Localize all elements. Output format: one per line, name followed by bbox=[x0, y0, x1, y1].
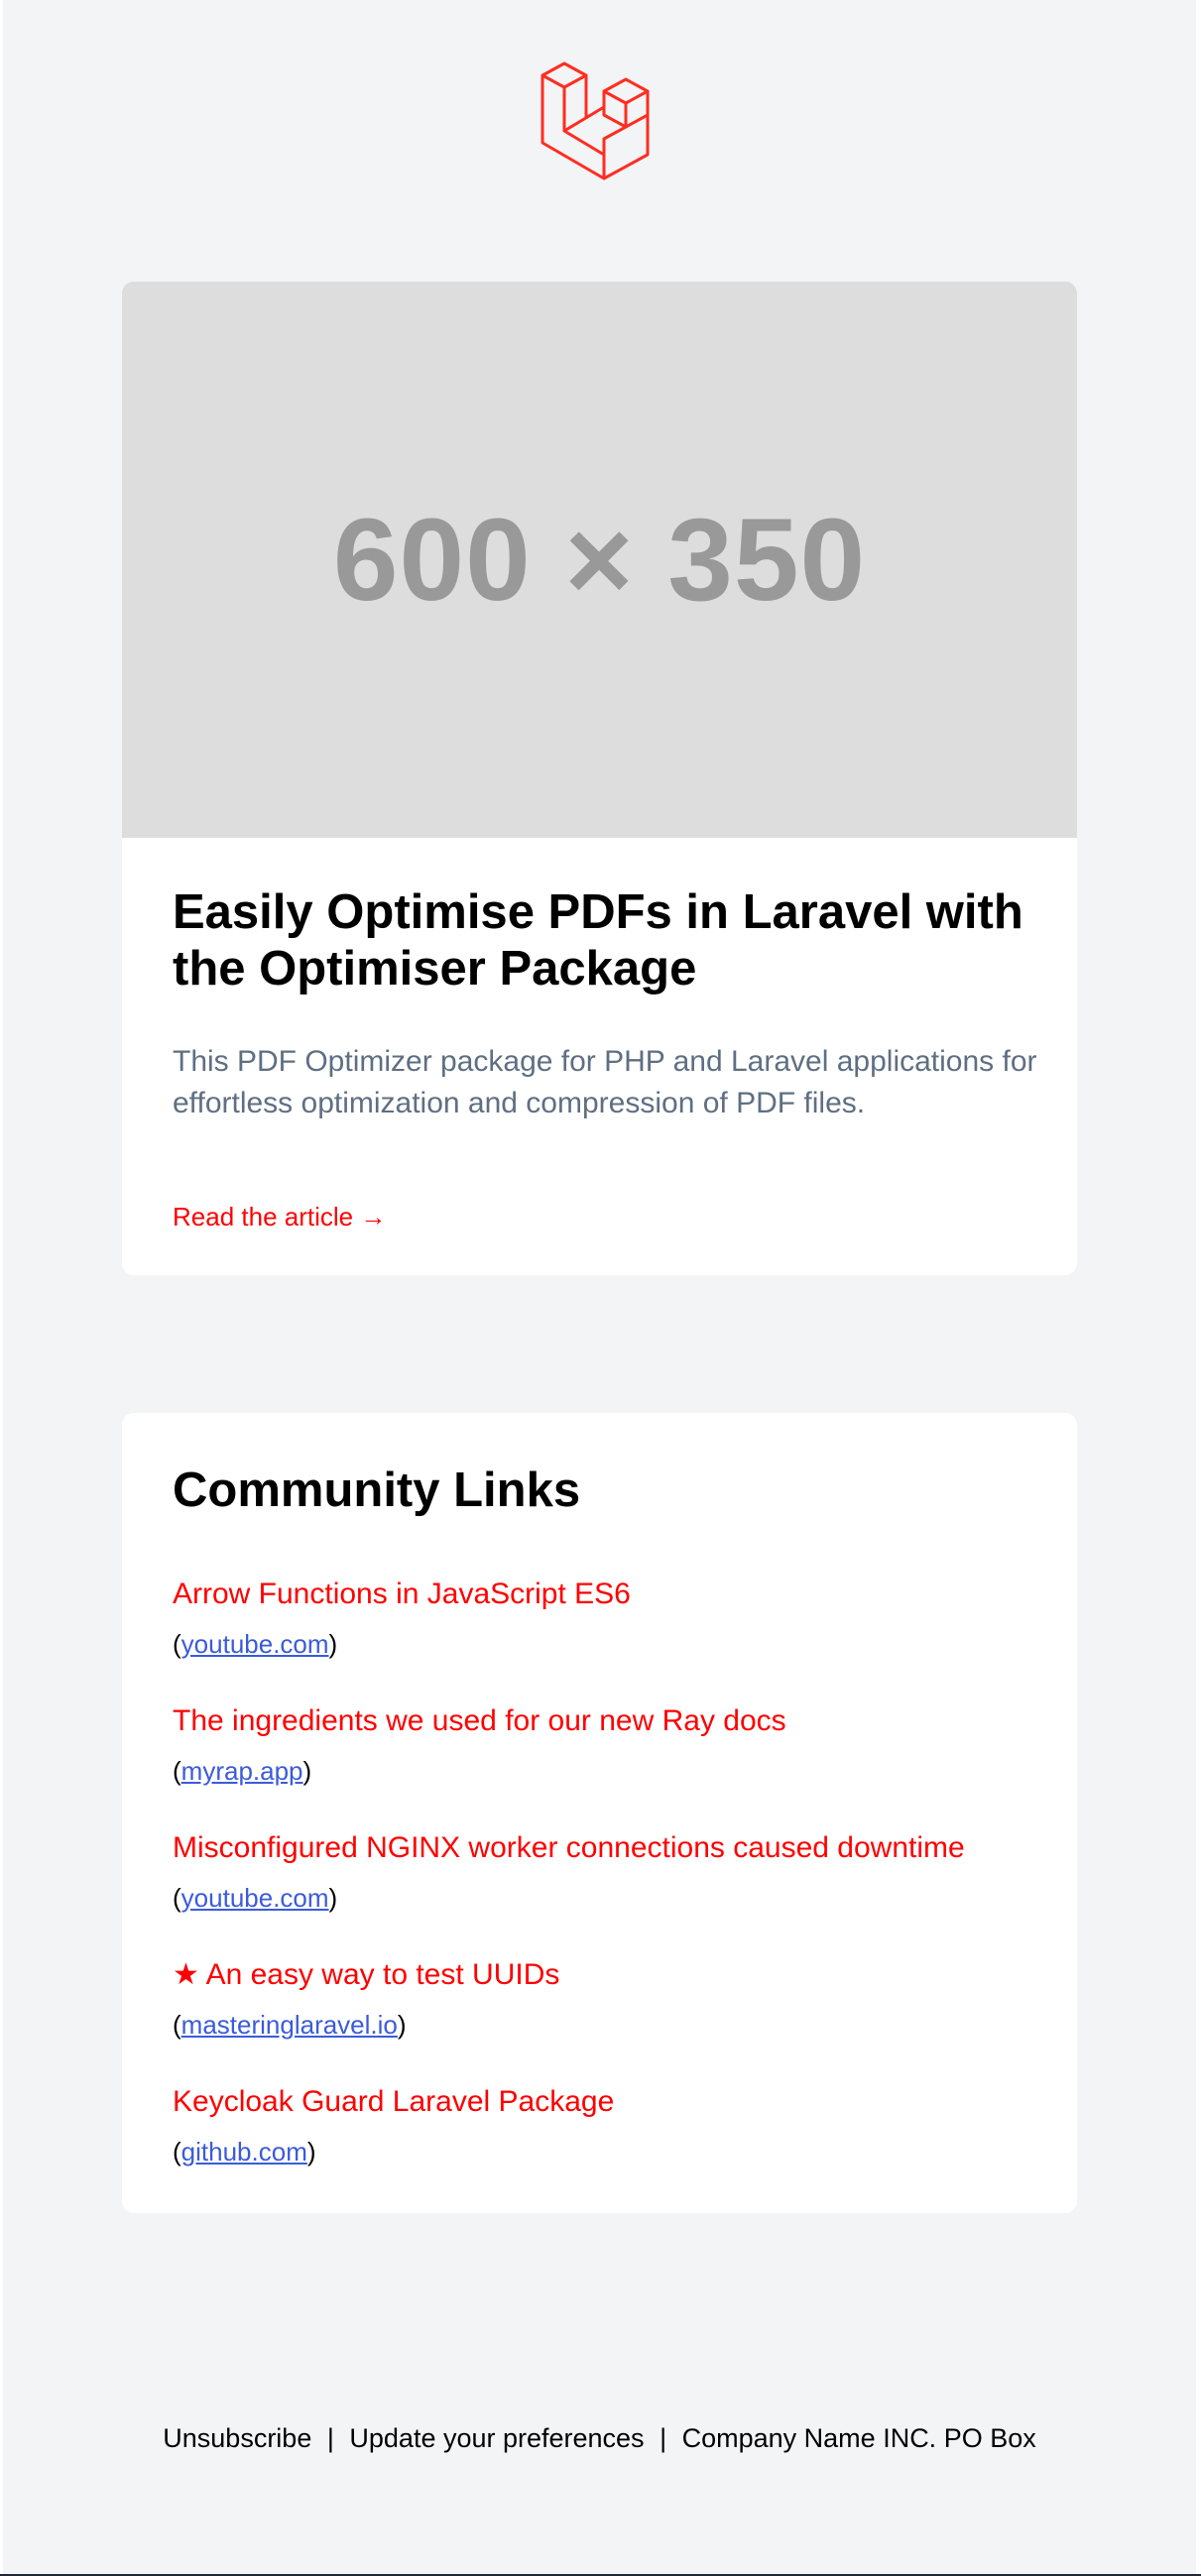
list-item: Keycloak Guard Laravel Package (github.c… bbox=[173, 2082, 1045, 2168]
list-item: Arrow Functions in JavaScript ES6 (youtu… bbox=[173, 1575, 1045, 1661]
community-link-source: (github.com) bbox=[173, 2137, 316, 2166]
source-domain-link[interactable]: myrap.app bbox=[181, 1756, 303, 1786]
image-placeholder-label: 600 × 350 bbox=[332, 494, 867, 626]
community-link-source: (youtube.com) bbox=[173, 1629, 338, 1659]
article-title: Easily Optimise PDFs in Laravel with the… bbox=[173, 885, 1023, 995]
community-link-title[interactable]: Misconfigured NGINX worker connections c… bbox=[173, 1828, 1045, 1868]
update-preferences-link[interactable]: Update your preferences bbox=[349, 2423, 644, 2453]
laravel-logo-icon bbox=[540, 61, 650, 180]
community-link-title[interactable]: Arrow Functions in JavaScript ES6 bbox=[173, 1575, 1045, 1614]
read-article-link[interactable]: Read the article → bbox=[173, 1202, 386, 1232]
unsubscribe-link[interactable]: Unsubscribe bbox=[163, 2423, 311, 2453]
community-link-title[interactable]: The ingredients we used for our new Ray … bbox=[173, 1701, 1045, 1741]
list-item: Misconfigured NGINX worker connections c… bbox=[173, 1828, 1045, 1915]
community-links-title: Community Links bbox=[173, 1464, 581, 1517]
community-link-source: (myrap.app) bbox=[173, 1756, 312, 1786]
source-domain-link[interactable]: masteringlaravel.io bbox=[181, 2010, 398, 2040]
footer-separator: | bbox=[660, 2423, 667, 2453]
source-domain-link[interactable]: youtube.com bbox=[181, 1883, 329, 1913]
community-link-title[interactable]: ★ An easy way to test UUIDs bbox=[173, 1955, 1045, 1995]
footer-separator: | bbox=[326, 2423, 334, 2453]
article-description: This PDF Optimizer package for PHP and L… bbox=[173, 1045, 1037, 1119]
source-domain-link[interactable]: github.com bbox=[181, 2137, 307, 2166]
source-domain-link[interactable]: youtube.com bbox=[181, 1629, 329, 1659]
article-image-placeholder: 600 × 350 bbox=[122, 282, 1077, 838]
article-card: 600 × 350 Easily Optimise PDFs in Larave… bbox=[122, 282, 1077, 1275]
community-links-card: Community Links Arrow Functions in JavaS… bbox=[122, 1413, 1077, 2213]
community-link-source: (youtube.com) bbox=[173, 1883, 338, 1913]
email-page: 600 × 350 Easily Optimise PDFs in Larave… bbox=[3, 0, 1196, 2574]
community-link-title[interactable]: Keycloak Guard Laravel Package bbox=[173, 2082, 1045, 2122]
email-footer: Unsubscribe | Update your preferences | … bbox=[3, 2423, 1196, 2454]
community-link-source: (masteringlaravel.io) bbox=[173, 2010, 407, 2040]
list-item: The ingredients we used for our new Ray … bbox=[173, 1701, 1045, 1788]
company-address: Company Name INC. PO Box bbox=[681, 2423, 1036, 2453]
list-item: ★ An easy way to test UUIDs (masteringla… bbox=[173, 1955, 1045, 2042]
